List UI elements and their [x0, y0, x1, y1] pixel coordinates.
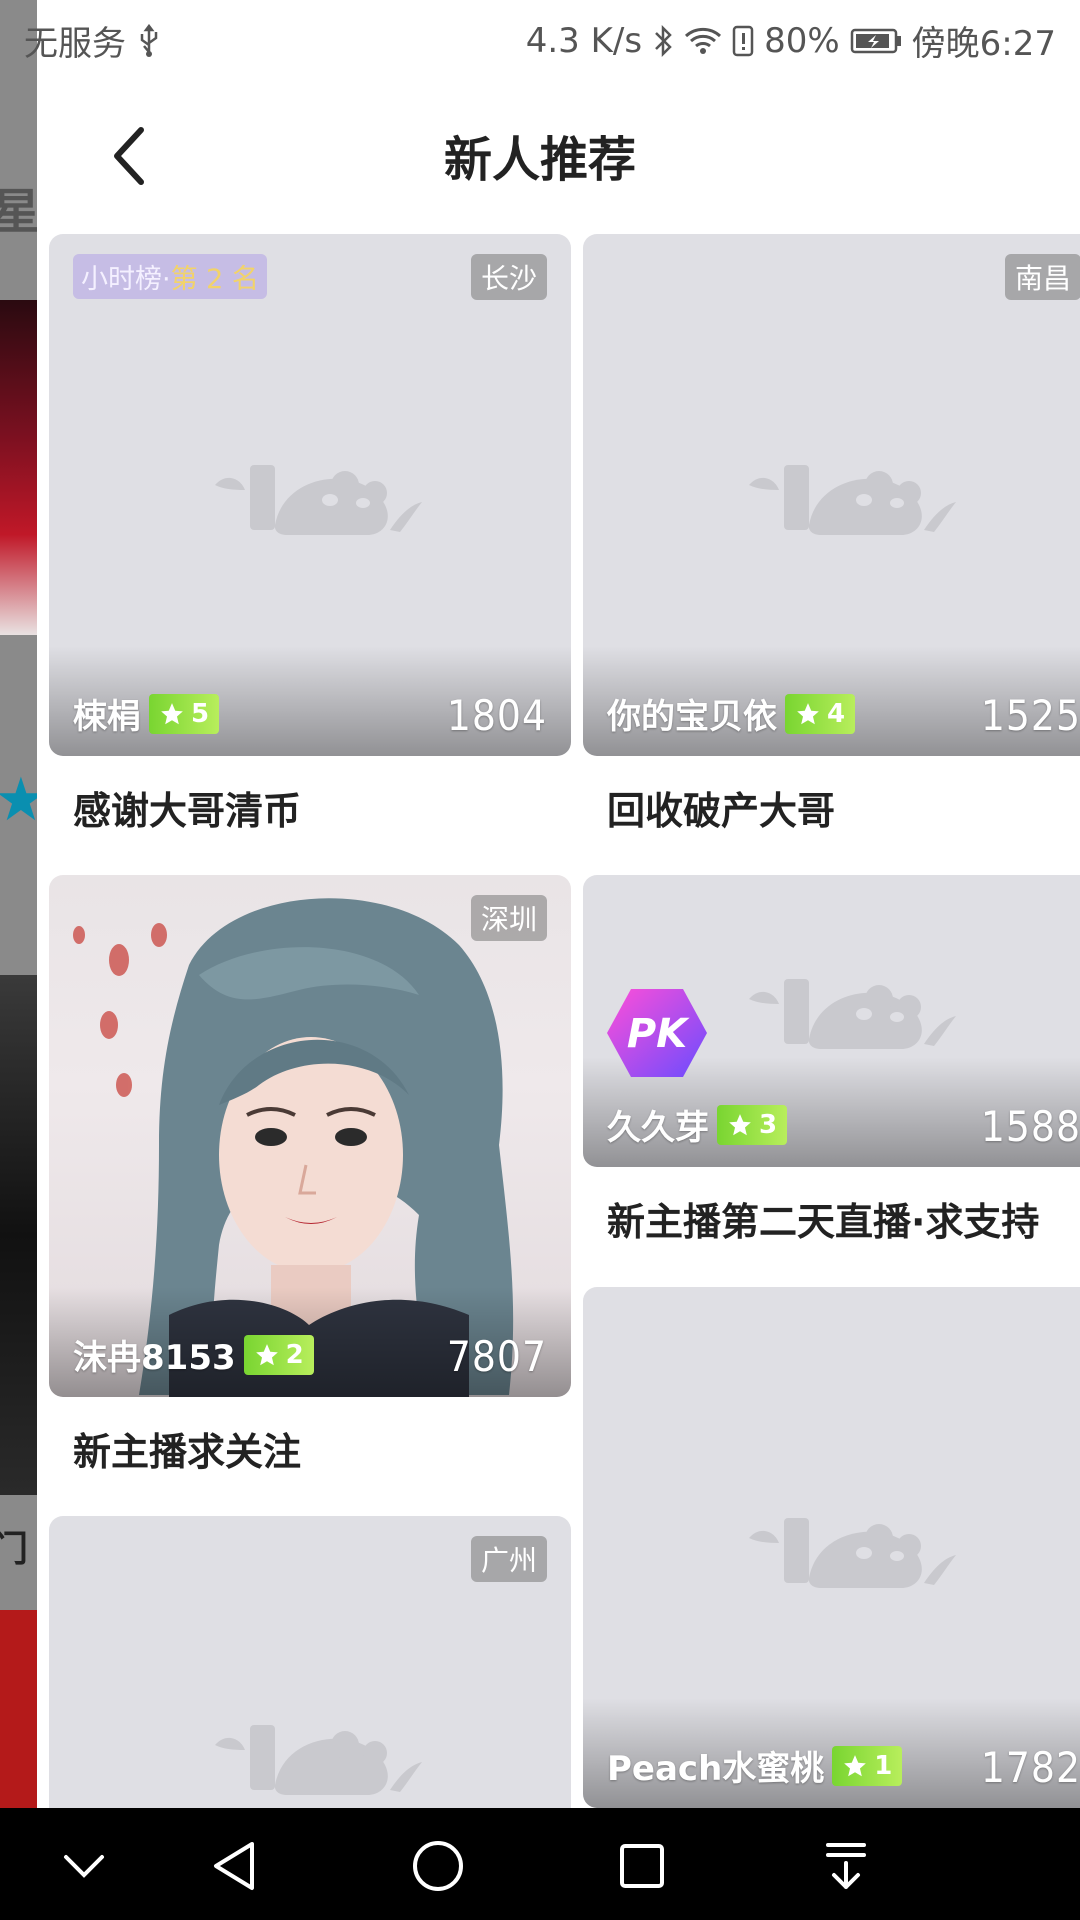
carrier-text: 无服务 — [24, 24, 126, 64]
viewer-count: 7807 — [446, 1332, 547, 1381]
usb-icon — [136, 23, 162, 58]
panda-placeholder-icon — [215, 465, 422, 535]
circle-home-icon — [413, 1841, 463, 1891]
live-caption: 感谢大哥清币 — [73, 789, 302, 833]
star-icon — [729, 1113, 751, 1135]
viewer-count: 1782 — [980, 1743, 1080, 1792]
viewer-count: 1804 — [446, 691, 547, 740]
city-badge: 南昌 — [1004, 254, 1080, 300]
pull-down-icon — [826, 1843, 866, 1889]
city-badge: 长沙 — [470, 254, 547, 300]
viewer-count: 1525 — [980, 691, 1080, 740]
live-card[interactable]: Peach水蜜桃 1 1782 — [583, 1287, 1080, 1808]
panda-placeholder-icon — [215, 1725, 422, 1796]
anchor-row: Peach水蜜桃 1 — [607, 1741, 903, 1790]
level-value: 3 — [759, 1109, 778, 1140]
triangle-back-icon — [214, 1842, 254, 1890]
background-glyph: 门 — [0, 1529, 29, 1570]
background-image — [0, 300, 37, 635]
anchor-name: Peach水蜜桃 — [607, 1749, 825, 1789]
level-value: 5 — [191, 698, 210, 729]
pk-label: PK — [627, 1011, 690, 1057]
live-card[interactable]: 深圳 沫冉8153 2 7807 新主播求关注 — [49, 875, 571, 1476]
hourly-rank-badge: 小时榜·第 2 名 — [73, 254, 267, 299]
level-badge: 1 — [832, 1745, 903, 1786]
anchor-name: 你的宝贝依 — [607, 697, 777, 737]
rank-value: 第 2 名 — [170, 264, 259, 295]
battery-icon — [850, 27, 902, 55]
anchor-row: 沫冉8153 2 — [73, 1330, 314, 1379]
chevron-down-icon — [64, 1855, 104, 1878]
battery-percent: 80% — [764, 20, 840, 61]
panda-placeholder-icon — [749, 1517, 956, 1588]
collapse-nav-button[interactable] — [54, 1836, 114, 1896]
live-caption: 新主播第二天直播·求支持 — [607, 1200, 1040, 1244]
level-badge: 3 — [717, 1104, 788, 1145]
live-thumbnail[interactable]: 南昌 你的宝贝依 4 1525 — [583, 234, 1080, 756]
status-bar: 无服务 4.3 K/s 80% 傍晚6:27 — [0, 0, 1080, 75]
live-card[interactable]: 南昌 你的宝贝依 4 1525 回收破产大哥 — [583, 234, 1080, 835]
pk-icon: PK — [607, 989, 707, 1077]
panda-placeholder-icon — [749, 465, 956, 535]
anchor-name: 梀梋 — [73, 697, 141, 737]
page-header: 新人推荐 — [37, 90, 1080, 220]
star-icon — [255, 1343, 278, 1365]
square-recents-icon — [620, 1844, 664, 1888]
live-caption: 回收破产大哥 — [607, 789, 836, 833]
anchor-name: 沫冉8153 — [73, 1338, 236, 1378]
net-speed-text: 4.3 K/s — [525, 20, 643, 61]
nav-notifications-button[interactable] — [816, 1836, 876, 1896]
panda-placeholder-icon — [749, 979, 956, 1050]
level-badge: 4 — [785, 693, 856, 734]
live-thumbnail[interactable]: 广州 — [49, 1516, 571, 1808]
live-thumbnail[interactable]: 深圳 沫冉8153 2 7807 — [49, 875, 571, 1397]
bluetooth-icon — [652, 24, 674, 58]
level-value: 2 — [285, 1339, 304, 1370]
live-card[interactable]: 广州 — [49, 1516, 571, 1808]
live-card[interactable]: 小时榜·第 2 名 长沙 梀梋 5 1804 感谢大哥清币 — [49, 234, 571, 835]
live-caption: 新主播求关注 — [73, 1430, 302, 1474]
nav-recents-button[interactable] — [612, 1836, 672, 1896]
anchor-row: 久久芽 3 — [607, 1100, 788, 1149]
screen: 星 ★ 门 无服务 4.3 K/s 80% 傍晚6:27 新人推荐 小时榜·第 … — [0, 0, 1080, 1920]
live-thumbnail[interactable]: PK 久久芽 3 1588 — [583, 875, 1080, 1167]
live-card[interactable]: PK 久久芽 3 1588 新主播第二天直播·求支持 — [583, 875, 1080, 1246]
live-thumbnail[interactable]: 小时榜·第 2 名 长沙 梀梋 5 1804 — [49, 234, 571, 756]
background-image — [0, 975, 37, 1495]
wifi-icon — [684, 26, 722, 56]
nav-back-button[interactable] — [204, 1836, 264, 1896]
level-badge: 2 — [243, 1334, 314, 1375]
star-icon — [844, 1754, 867, 1776]
star-icon — [161, 702, 183, 724]
star-icon — [797, 702, 819, 724]
viewer-count: 1588 — [980, 1102, 1080, 1151]
rank-label: 小时榜· — [81, 264, 171, 295]
live-thumbnail[interactable]: Peach水蜜桃 1 1782 — [583, 1287, 1080, 1808]
anchor-row: 你的宝贝依 4 — [607, 689, 856, 738]
anchor-name: 久久芽 — [607, 1108, 709, 1148]
background-app-strip: 星 ★ 门 — [0, 0, 37, 1920]
clock-text: 傍晚6:27 — [911, 24, 1056, 64]
city-badge: 深圳 — [470, 895, 547, 941]
level-value: 1 — [874, 1750, 893, 1781]
background-image — [0, 1610, 37, 1810]
level-value: 4 — [827, 698, 846, 729]
system-nav-bar — [0, 1808, 1080, 1920]
nav-home-button[interactable] — [408, 1836, 468, 1896]
background-glyph: ★ — [0, 765, 37, 835]
anchor-row: 梀梋 5 — [73, 689, 220, 738]
sim-alert-icon — [732, 25, 754, 57]
page-title: 新人推荐 — [443, 132, 636, 188]
level-badge: 5 — [149, 693, 220, 734]
city-badge: 广州 — [470, 1536, 547, 1582]
